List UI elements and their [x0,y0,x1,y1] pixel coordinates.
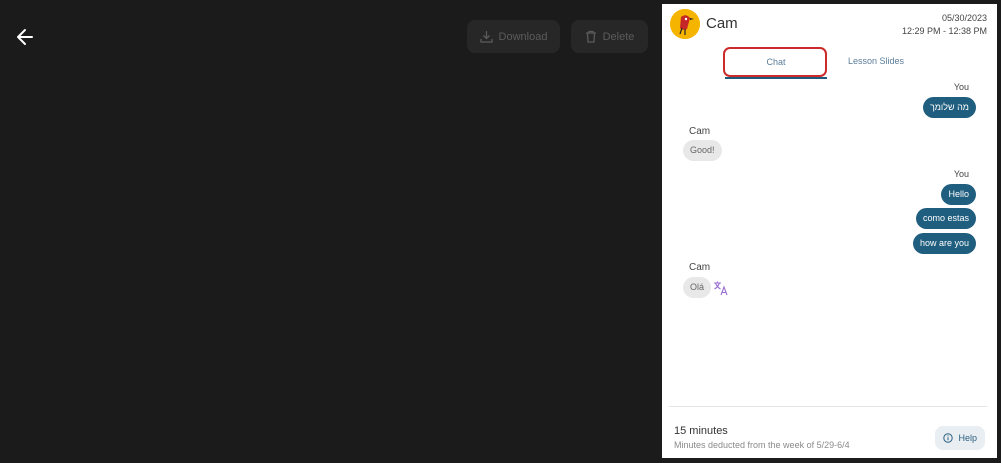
session-date: 05/30/2023 [941,13,987,23]
tab-underline [725,77,827,79]
tutor-name: Cam [706,15,738,32]
download-button[interactable]: Download [467,20,560,53]
download-icon [479,31,493,43]
delete-button[interactable]: Delete [571,20,648,53]
sender-cam-label: Cam [689,262,711,273]
trash-icon [585,30,596,43]
frame-bottom [662,458,1001,463]
chat-bubble-mine: Hello [941,184,976,205]
chat-bubble-theirs: Good! [683,140,722,161]
tab-lesson-slides[interactable]: Lesson Slides [848,56,904,66]
minutes-note: Minutes deducted from the week of 5/29-6… [674,440,850,450]
tab-chat[interactable]: Chat [723,47,828,79]
sender-you-label: You [953,82,969,92]
chat-bubble-mine: como estas [915,208,976,229]
sender-cam-label: Cam [689,126,711,137]
download-label: Download [498,30,548,43]
session-time: 12:29 PM - 12:38 PM [901,26,987,36]
sender-you-label: You [953,169,969,179]
chat-bubble-theirs: Olá [683,277,712,298]
recording-viewer: Download Delete [0,0,662,463]
delete-label: Delete [602,30,635,43]
tab-chat-label: Chat [766,57,786,67]
help-button[interactable]: Help [935,426,985,450]
avatar [670,9,700,39]
translate-button[interactable] [713,280,729,296]
frame-right [997,0,1001,463]
footer-divider [669,406,987,407]
back-button[interactable] [12,24,38,50]
info-icon [943,433,954,443]
chat-bubble-mine: מה שלומך [922,97,976,118]
session-panel: Cam 05/30/2023 12:29 PM - 12:38 PM Chat … [662,4,997,458]
arrow-left-icon [17,29,33,45]
help-label: Help [958,433,977,443]
minutes-used: 15 minutes [674,425,728,437]
translate-icon [714,281,728,296]
chat-bubble-mine: how are you [912,233,976,254]
